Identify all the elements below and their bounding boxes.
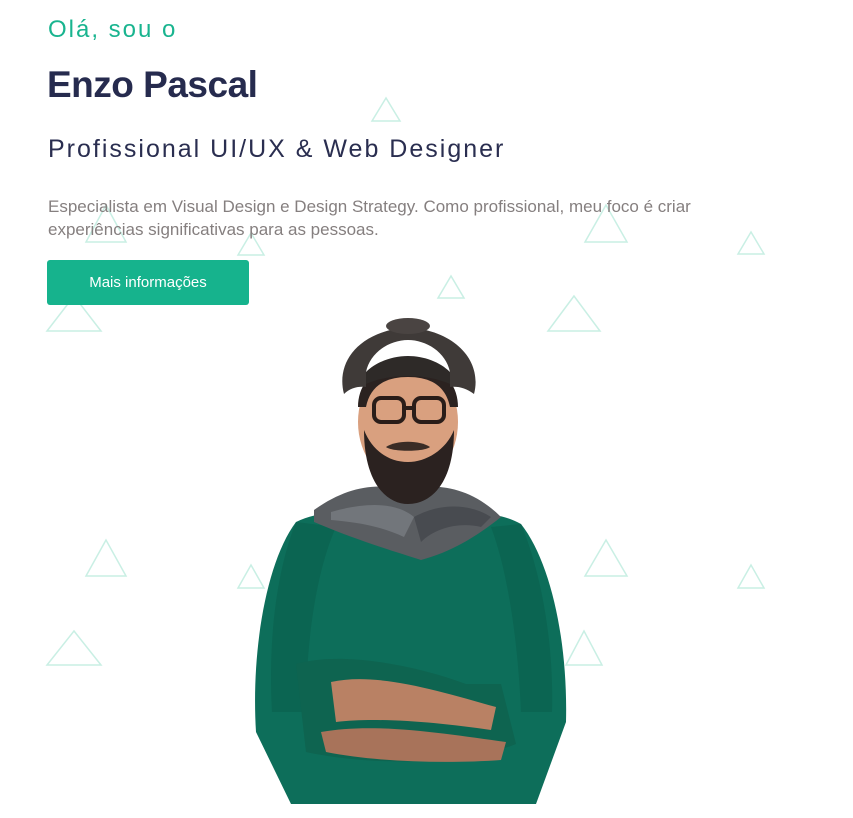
hero-name-title: Enzo Pascal: [47, 64, 258, 105]
more-info-button[interactable]: Mais informações: [47, 260, 249, 305]
triangle-outline-icon: [45, 629, 103, 666]
triangle-outline-icon: [436, 274, 466, 299]
triangle-outline-icon: [84, 538, 128, 577]
portrait-photo: [255, 318, 567, 804]
greeting-text: Olá, sou o: [48, 16, 178, 43]
triangle-outline-icon: [583, 538, 629, 577]
job-title-subtitle: Profissional UI/UX & Web Designer: [48, 135, 506, 163]
hero-section: Olá, sou o Enzo Pascal Profissional UI/U…: [0, 0, 853, 818]
hero-description: Especialista em Visual Design e Design S…: [48, 197, 691, 239]
triangle-outline-icon: [736, 563, 766, 589]
triangle-outline-icon: [370, 96, 402, 122]
